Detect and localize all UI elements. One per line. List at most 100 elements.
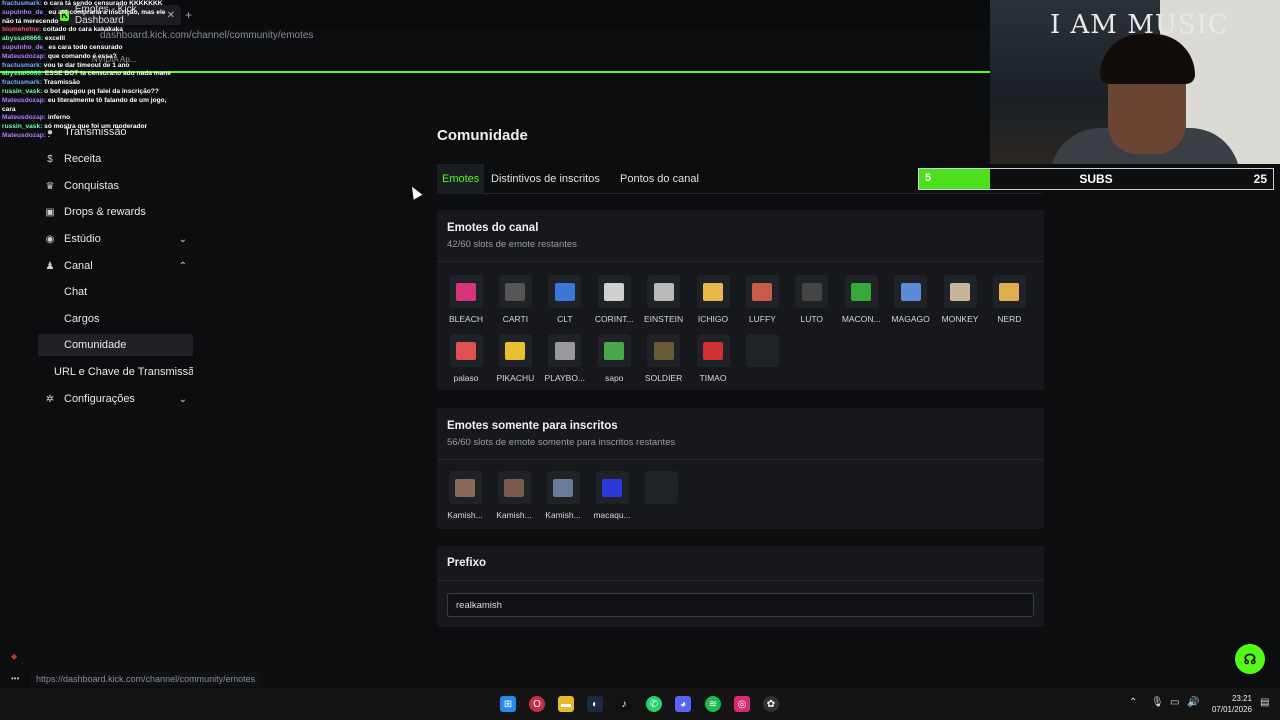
microphone-icon[interactable]: 🎙 [1151,697,1164,708]
emote-image-icon [553,478,573,497]
sidebar-item-chat[interactable]: Chat [38,281,193,303]
network-icon[interactable]: ▭ [1170,697,1179,708]
windows-start-icon[interactable]: ⊞ [500,696,516,712]
emote-tile [449,334,483,367]
tab-distintivos[interactable]: Distintivos de inscritos [486,164,605,194]
emote-item[interactable]: MONKEY [937,275,983,324]
emote-item[interactable]: sapo [591,334,637,383]
emote-name: palaso [453,373,479,383]
emote-tile [745,334,779,367]
emote-item[interactable]: Kamish... [491,471,537,520]
emote-image-icon [653,341,674,360]
opera-browser-icon[interactable]: O [529,696,545,712]
emote-item[interactable]: ICHIGO [690,275,736,324]
emote-item[interactable]: CORINT... [591,275,637,324]
page-title: Comunidade [437,127,528,144]
clock[interactable]: 23:21 07/01/2026 [1206,693,1252,715]
card-subtitle: 56/60 slots de emote somente para inscri… [447,437,676,448]
volume-icon[interactable]: 🔊 [1187,697,1199,708]
tab-emotes[interactable]: Emotes [437,164,485,194]
emote-name: CARTI [502,314,529,324]
emote-tile [548,334,582,367]
chat-message: fractusmark: Trasmissão [2,79,81,87]
emote-item[interactable]: palaso [443,334,489,383]
emote-item[interactable]: PLAYBO... [542,334,588,383]
emote-name: MACON... [841,314,881,324]
sidebar-item-cargos[interactable]: Cargos [38,308,193,330]
emote-tile [449,275,483,308]
chat-message: abyssal6666: ESSE BOT ta censurano ado n… [2,70,171,78]
card-header: Emotes do canal 42/60 slots de emote res… [437,210,1044,262]
emote-name: SOLDIER [644,373,683,383]
emote-item[interactable]: MAGAGO [888,275,934,324]
tiktok-icon[interactable]: ♪ [616,696,632,712]
discord-icon[interactable]: ◕ [675,696,691,712]
chat-message: abyssal6666: excelll [2,35,66,43]
sidebar-item-label: Cargos [64,313,100,325]
notification-icon[interactable]: ▤ [1260,697,1269,708]
emote-image-icon [604,282,625,301]
instagram-icon[interactable]: ◎ [734,696,750,712]
emote-tile [546,471,580,504]
chevron-down-icon[interactable]: ⌄ [179,394,187,405]
emote-name: Kamish... [545,510,581,520]
emote-tile [497,471,531,504]
sidebar-item-estudio[interactable]: ◉ Estúdio ⌄ [38,228,193,250]
chevron-down-icon[interactable]: ⌄ [179,234,187,245]
emote-item[interactable]: NERD [986,275,1032,324]
emote-item[interactable]: Kamish... [442,471,488,520]
sidebar-item-conquistas[interactable]: ♛ Conquistas [38,175,193,197]
card-header: Prefixo [437,546,1044,581]
emote-image-icon [651,478,671,497]
emote-item[interactable]: MACON... [838,275,884,324]
emote-image-icon [604,341,625,360]
emote-item[interactable]: BLEACH [443,275,489,324]
emote-item[interactable]: Kamish... [540,471,586,520]
emote-name: ICHIGO [697,314,729,324]
card-subtitle: 42/60 slots de emote restantes [447,239,577,250]
emote-item[interactable]: TIMAO [690,334,736,383]
new-tab-button[interactable]: + [185,8,192,22]
emote-image-icon [703,282,723,301]
sidebar-item-comunidade[interactable]: Comunidade [38,334,193,356]
sidebar-item-canal[interactable]: ♟ Canal ⌃ [38,255,193,277]
sidebar-item-url-chave[interactable]: URL e Chave de Transmissã [38,361,193,383]
card-header: Emotes somente para inscritos 56/60 slot… [437,408,1044,460]
emote-item[interactable]: macaqu... [589,471,635,520]
emote-item[interactable]: LUFFY [739,275,785,324]
emote-tile [498,334,532,367]
emote-item[interactable]: CARTI [492,275,538,324]
sidebar-item-drops[interactable]: ▣ Drops & rewards [38,201,193,223]
emote-item[interactable]: CLT [542,275,588,324]
sidebar-item-label: Chat [64,286,88,298]
overlay-icon: ◆ [11,652,18,661]
subs-label: SUBS [1079,172,1113,186]
emote-item[interactable]: LUTO [789,275,835,324]
file-explorer-icon[interactable]: ▬ [558,696,574,712]
emote-image-icon [752,341,773,360]
emote-tile [595,471,629,504]
emote-name: MONKEY [941,314,979,324]
emote-image-icon [456,282,476,301]
chatgpt-icon[interactable]: ✿ [763,696,779,712]
whatsapp-icon[interactable]: ✆ [646,696,662,712]
chevron-up-icon[interactable]: ⌃ [179,261,187,272]
spotify-icon[interactable]: ≋ [705,696,721,712]
prefix-input[interactable]: realkamish [447,593,1034,617]
emote-tile [644,471,678,504]
emote-name: PLAYBO... [544,373,586,383]
support-chat-button[interactable]: ☊ [1235,644,1265,674]
emote-item[interactable]: PIKACHU [492,334,538,383]
tab-pontos[interactable]: Pontos do canal [615,164,704,194]
emote-item[interactable]: EINSTEIN [641,275,687,324]
emote-empty-slot[interactable] [739,334,785,373]
emote-tile [696,334,730,367]
emote-item[interactable]: SOLDIER [641,334,687,383]
sidebar-item-configuracoes[interactable]: ✲ Configurações ⌄ [38,388,193,410]
tray-chevron-up-icon[interactable]: ⌃ [1129,697,1137,708]
steam-icon[interactable]: ◐ [587,696,603,712]
emote-empty-slot[interactable] [638,471,684,510]
sidebar-item-receita[interactable]: $ Receita [38,148,193,170]
chat-message: Mateusdozap: eu literalmente tô falando … [2,96,167,113]
emote-name: LUTO [800,314,824,324]
